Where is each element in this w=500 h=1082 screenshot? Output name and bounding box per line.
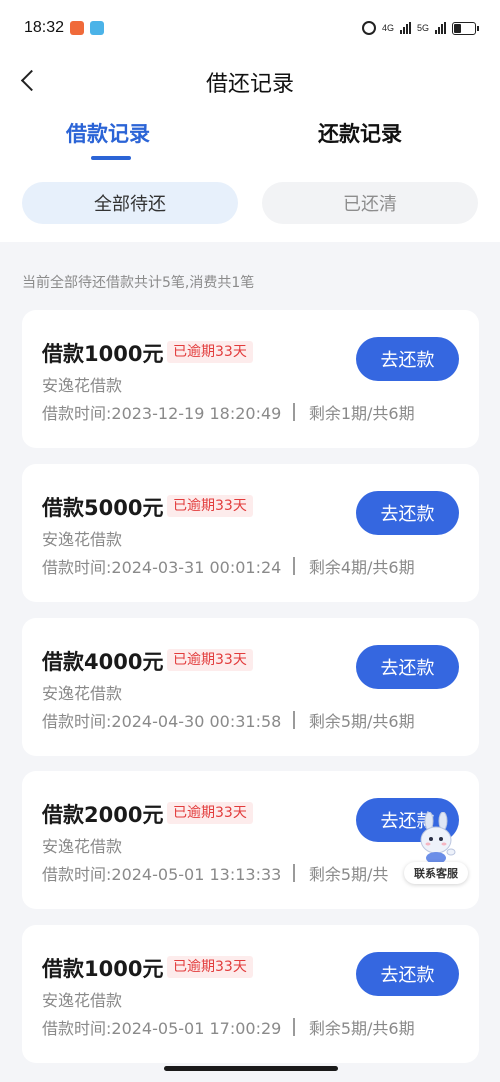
loan-meta: 借款时间:2024-04-30 00:31:58 剩余5期/共6期 — [42, 708, 415, 732]
status-time: 18:32 — [24, 19, 65, 36]
loan-product: 安逸花借款 — [42, 837, 123, 856]
loan-term: 剩余5期/共 — [308, 865, 389, 884]
loan-term: 剩余4期/共6期 — [308, 558, 415, 577]
loan-card[interactable]: 借款5000元 已逾期33天 安逸花借款 借款时间:2024-03-31 00:… — [22, 464, 479, 602]
loan-term: 剩余5期/共6期 — [308, 712, 415, 731]
loan-time: 借款时间:2023-12-19 18:20:49 — [42, 404, 282, 423]
customer-service-label: 联系客服 — [404, 862, 468, 884]
loan-meta: 借款时间:2024-05-01 17:00:29 剩余5期/共6期 — [42, 1015, 415, 1039]
loan-amount: 借款4000元 — [42, 650, 164, 674]
repay-button[interactable]: 去还款 — [356, 645, 459, 689]
loan-card[interactable]: 借款1000元 已逾期33天 安逸花借款 借款时间:2024-05-01 17:… — [22, 925, 479, 1063]
tab-bar: 借款记录 还款记录 — [0, 118, 500, 162]
network-type-1: 4G — [381, 23, 394, 33]
overdue-badge: 已逾期33天 — [167, 802, 253, 824]
loan-product: 安逸花借款 — [42, 376, 123, 395]
loan-amount: 借款1000元 — [42, 342, 164, 366]
loan-card[interactable]: 借款1000元 已逾期33天 安逸花借款 借款时间:2023-12-19 18:… — [22, 310, 479, 448]
summary-text: 当前全部待还借款共计5笔,消费共1笔 — [22, 275, 255, 291]
signal-icon-2 — [435, 22, 446, 34]
meta-divider — [293, 1018, 295, 1036]
loan-amount: 借款2000元 — [42, 803, 164, 827]
rabbit-mascot-icon — [420, 812, 456, 864]
battery-icon — [452, 21, 479, 35]
overdue-badge: 已逾期33天 — [167, 341, 253, 363]
app-notification-icon — [70, 21, 85, 35]
loan-meta: 借款时间:2023-12-19 18:20:49 剩余1期/共6期 — [42, 400, 415, 424]
repay-button[interactable]: 去还款 — [356, 337, 459, 381]
status-bar: 18:32 4G 5G — [24, 14, 479, 42]
tab-borrow-records[interactable]: 借款记录 — [66, 118, 150, 148]
alarm-icon — [361, 21, 376, 35]
loan-product: 安逸花借款 — [42, 991, 123, 1010]
status-time-group: 18:32 — [24, 19, 105, 37]
page-title: 借还记录 — [205, 72, 294, 97]
tab-active-indicator — [91, 156, 131, 160]
loan-term: 剩余5期/共6期 — [308, 1019, 415, 1038]
loan-time: 借款时间:2024-05-01 13:13:33 — [42, 865, 282, 884]
customer-service-widget[interactable]: 联系客服 — [404, 812, 468, 884]
loan-term: 剩余1期/共6期 — [308, 404, 415, 423]
meta-divider — [293, 557, 295, 575]
loan-amount: 借款1000元 — [42, 957, 164, 981]
loan-time: 借款时间:2024-04-30 00:31:58 — [42, 712, 282, 731]
top-panel: 18:32 4G 5G 借还记录 借款记录 还款记录 全部待还 已还清 — [0, 0, 500, 242]
overdue-badge: 已逾期33天 — [167, 956, 253, 978]
overdue-badge: 已逾期33天 — [167, 495, 253, 517]
network-type-2: 5G — [416, 23, 429, 33]
loan-card[interactable]: 借款4000元 已逾期33天 安逸花借款 借款时间:2024-04-30 00:… — [22, 618, 479, 756]
loan-amount: 借款5000元 — [42, 496, 164, 520]
overdue-badge: 已逾期33天 — [167, 649, 253, 671]
loan-time: 借款时间:2024-05-01 17:00:29 — [42, 1019, 282, 1038]
meta-divider — [293, 864, 295, 882]
filter-paid-off[interactable]: 已还清 — [262, 182, 478, 224]
signal-icon — [399, 22, 411, 34]
nav-bar: 借还记录 — [0, 56, 500, 104]
repay-button[interactable]: 去还款 — [356, 952, 459, 996]
tab-repay-records[interactable]: 还款记录 — [318, 118, 402, 148]
loan-product: 安逸花借款 — [42, 530, 123, 549]
loan-meta: 借款时间:2024-03-31 00:01:24 剩余4期/共6期 — [42, 554, 415, 578]
meta-divider — [293, 711, 295, 729]
loan-time: 借款时间:2024-03-31 00:01:24 — [42, 558, 282, 577]
meta-divider — [293, 403, 295, 421]
home-indicator[interactable] — [164, 1066, 338, 1071]
loan-meta: 借款时间:2024-05-01 13:13:33 剩余5期/共 — [42, 861, 388, 885]
repay-button[interactable]: 去还款 — [356, 491, 459, 535]
loan-product: 安逸花借款 — [42, 684, 123, 703]
status-icons: 4G 5G — [361, 21, 479, 35]
filter-all-pending[interactable]: 全部待还 — [22, 182, 238, 224]
app-notification-icon-2 — [90, 21, 105, 35]
